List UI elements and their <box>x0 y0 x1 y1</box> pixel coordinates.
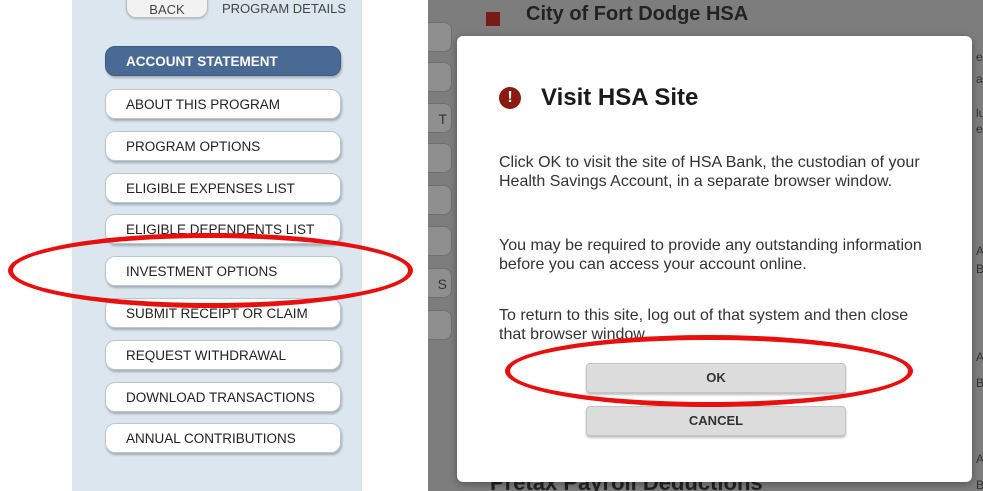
ok-button[interactable]: OK <box>586 363 846 393</box>
menu-item-submit-receipt-or-claim[interactable]: SUBMIT RECEIPT OR CLAIM <box>105 298 341 328</box>
background-text-fragment: Ac <box>976 350 983 364</box>
background-side-button: S <box>428 268 452 298</box>
background-text-fragment: ec <box>976 50 983 64</box>
dialog-header: ! Visit HSA Site <box>499 84 698 112</box>
back-tab[interactable]: BACK <box>126 0 208 18</box>
exclamation-circle-icon: ! <box>499 87 521 109</box>
background-page-title: City of Fort Dodge HSA <box>526 3 749 25</box>
background-side-button <box>428 143 452 173</box>
background-side-button: T <box>428 103 452 133</box>
background-text-fragment: Ac <box>976 452 983 466</box>
background-side-button <box>428 226 452 256</box>
menu-item-download-transactions[interactable]: DOWNLOAD TRANSACTIONS <box>105 382 341 412</box>
background-side-button <box>428 185 452 215</box>
background-side-button <box>428 310 452 340</box>
background-text-fragment: lu <box>976 106 983 120</box>
dialog-paragraph-2: You may be required to provide any outst… <box>499 237 922 273</box>
left-sidebar: BACK PROGRAM DETAILS ACCOUNT STATEMENT A… <box>72 0 362 491</box>
menu-item-about-this-program[interactable]: ABOUT THIS PROGRAM <box>105 89 341 119</box>
background-text-fragment: Ba <box>976 376 983 390</box>
menu-item-account-statement[interactable]: ACCOUNT STATEMENT <box>105 46 341 76</box>
plus-icon <box>486 12 500 26</box>
dialog-paragraph-1: Click OK to visit the site of HSA Bank, … <box>499 154 920 190</box>
background-text-fragment: Ba <box>976 478 983 491</box>
dialog-title: Visit HSA Site <box>541 84 699 111</box>
menu-item-eligible-expenses-list[interactable]: ELIGIBLE EXPENSES LIST <box>105 173 341 203</box>
background-text-fragment: e <box>976 122 983 136</box>
background-text-fragment: ar <box>976 72 983 86</box>
menu-item-program-options[interactable]: PROGRAM OPTIONS <box>105 131 341 161</box>
background-text-fragment: Ac <box>976 244 983 258</box>
background-side-button <box>428 62 452 92</box>
menu-item-annual-contributions[interactable]: ANNUAL CONTRIBUTIONS <box>105 423 341 453</box>
menu-item-investment-options[interactable]: INVESTMENT OPTIONS <box>105 256 341 286</box>
program-details-tab[interactable]: PROGRAM DETAILS <box>222 0 362 16</box>
cancel-button[interactable]: CANCEL <box>586 406 846 436</box>
menu-item-request-withdrawal[interactable]: REQUEST WITHDRAWAL <box>105 340 341 370</box>
background-text-fragment: Ba <box>976 262 983 276</box>
visit-hsa-site-dialog: ! Visit HSA Site Click OK to visit the s… <box>457 36 972 482</box>
menu-item-eligible-dependents-list[interactable]: ELIGIBLE DEPENDENTS LIST <box>105 214 341 244</box>
dialog-paragraph-3: To return to this site, log out of that … <box>499 307 909 343</box>
background-side-button <box>428 22 452 52</box>
